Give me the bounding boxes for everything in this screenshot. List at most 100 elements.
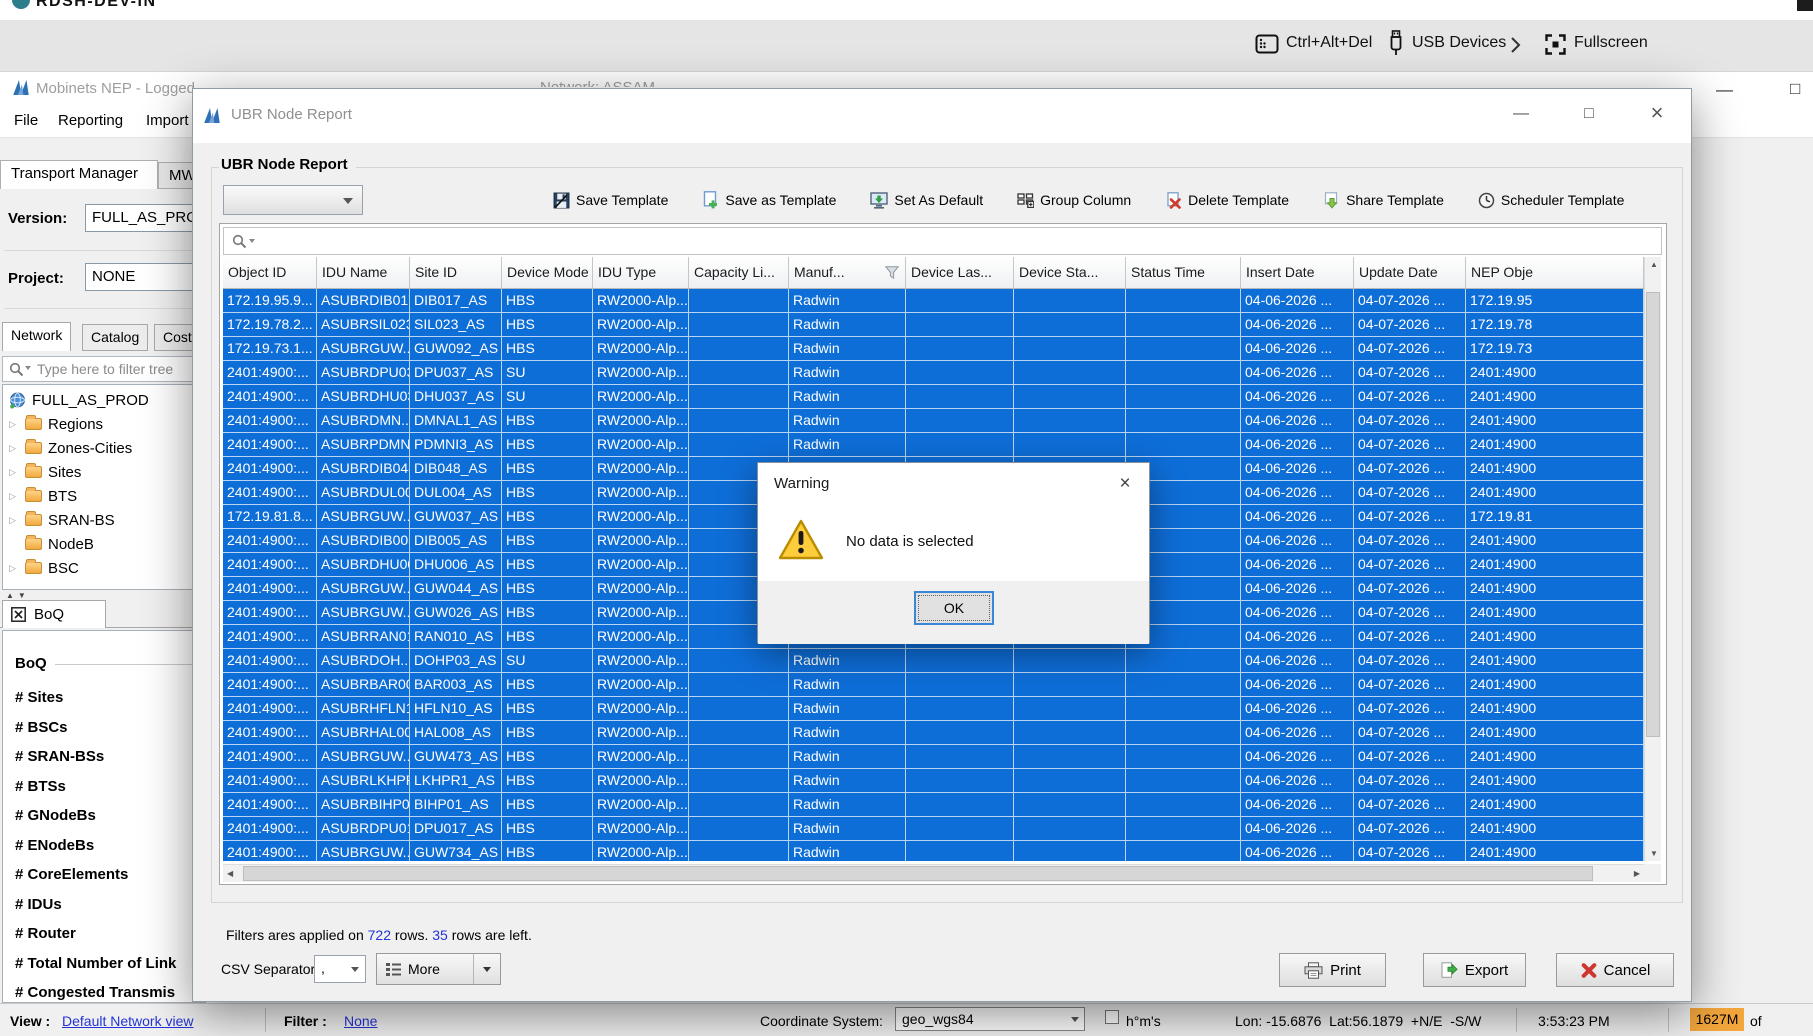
template-combobox[interactable] [223, 185, 363, 215]
tree-item[interactable]: ▷ SRAN-BS [3, 508, 205, 532]
table-row[interactable]: 2401:4900:... ASUBRHFLN10 HFLN10_AS HBS … [223, 697, 1644, 721]
boq-close-icon[interactable] [11, 607, 26, 622]
warning-close-button[interactable]: × [1108, 469, 1142, 499]
table-row[interactable]: 2401:4900:... ASUBRPDMNI3 PDMNI3_AS HBS … [223, 433, 1644, 457]
boq-item[interactable]: # GNodeBs [15, 801, 201, 831]
print-button[interactable]: Print [1279, 953, 1386, 987]
boq-item[interactable]: # Sites [15, 683, 201, 713]
tree-root[interactable]: FULL_AS_PROD [3, 388, 205, 412]
menu-reporting[interactable]: Reporting [58, 112, 123, 129]
table-row[interactable]: 2401:4900:... ASUBRDPU017 DPU017_AS HBS … [223, 817, 1644, 841]
scroll-left-icon[interactable]: ◀ [227, 869, 233, 878]
horizontal-scroll-thumb[interactable] [243, 866, 1593, 881]
table-row[interactable]: 2401:4900:... ASUBRGUW... GUW473_AS HBS … [223, 745, 1644, 769]
tab-boq[interactable]: BoQ [2, 600, 106, 628]
memory-usage-badge[interactable]: 1627M [1690, 1008, 1744, 1031]
table-row[interactable]: 2401:4900:... ASUBRDOH... DOHP03_AS SU R… [223, 649, 1644, 673]
table-row[interactable]: 172.19.73.1... ASUBRGUW... GUW092_AS HBS… [223, 337, 1644, 361]
project-combobox[interactable]: NONE [85, 263, 207, 291]
column-header[interactable]: Capacity Li... [689, 257, 789, 288]
filter-link[interactable]: None [344, 1013, 377, 1029]
splitter-buttons[interactable]: ▲▼ [6, 591, 30, 600]
save-template-button[interactable]: Save Template [553, 192, 668, 209]
table-row[interactable]: 2401:4900:... ASUBRBAR003 BAR003_AS HBS … [223, 673, 1644, 697]
scroll-right-icon[interactable]: ▶ [1634, 869, 1640, 878]
boq-item[interactable]: # Congested Transmis [15, 978, 201, 1003]
tree-item[interactable]: ▷ NodeB [3, 532, 205, 556]
save-as-template-button[interactable]: Save as Template [702, 191, 836, 209]
vertical-scrollbar[interactable]: ▲ ▼ [1644, 257, 1661, 861]
scroll-down-icon[interactable]: ▼ [1650, 849, 1658, 858]
delete-template-button[interactable]: Delete Template [1165, 192, 1289, 209]
more-options-button[interactable]: More [376, 953, 501, 985]
chevron-right-icon[interactable] [1510, 36, 1522, 59]
version-combobox[interactable]: FULL_AS_PROD [85, 204, 207, 232]
table-row[interactable]: 172.19.78.2... ASUBRSIL023 SIL023_AS HBS… [223, 313, 1644, 337]
boq-item[interactable]: # IDUs [15, 890, 201, 920]
export-button[interactable]: Export [1423, 953, 1526, 987]
column-header[interactable]: Status Time [1126, 257, 1241, 288]
dialog-maximize-button[interactable]: □ [1571, 99, 1607, 129]
table-row[interactable]: 2401:4900:... ASUBRGUW... GUW734_AS HBS … [223, 841, 1644, 861]
column-header[interactable]: Device Las... [906, 257, 1014, 288]
usb-devices-button[interactable]: USB Devices [1412, 34, 1506, 52]
table-row[interactable]: 2401:4900:... ASUBRDHU037 DHU037_AS SU R… [223, 385, 1644, 409]
window-maximize-button[interactable]: □ [1790, 79, 1800, 99]
horizontal-scrollbar[interactable]: ◀ ▶ [223, 864, 1644, 882]
set-as-default-button[interactable]: Set As Default [870, 192, 983, 209]
boq-item[interactable]: # BTSs [15, 772, 201, 802]
column-header[interactable]: IDU Type [593, 257, 689, 288]
csv-separator-combobox[interactable]: , [314, 955, 366, 983]
window-minimize-button[interactable]: — [1716, 80, 1733, 100]
tab-catalog[interactable]: Catalog [82, 324, 148, 351]
scheduler-template-button[interactable]: Scheduler Template [1478, 192, 1624, 209]
table-row[interactable]: 2401:4900:... ASUBRHAL008 HAL008_AS HBS … [223, 721, 1644, 745]
group-column-button[interactable]: Group Column [1017, 192, 1131, 208]
hms-checkbox[interactable] [1105, 1010, 1119, 1024]
table-row[interactable]: 2401:4900:... ASUBRDMN... DMNAL1_AS HBS … [223, 409, 1644, 433]
scroll-up-icon[interactable]: ▲ [1650, 260, 1658, 269]
fullscreen-button[interactable]: Fullscreen [1574, 34, 1648, 52]
share-template-button[interactable]: Share Template [1323, 192, 1444, 209]
column-header[interactable]: Update Date [1354, 257, 1466, 288]
dialog-minimize-button[interactable]: — [1503, 99, 1539, 129]
table-row[interactable]: 2401:4900:... ASUBRLKHPR1 LKHPR1_AS HBS … [223, 769, 1644, 793]
boq-item[interactable]: # ENodeBs [15, 831, 201, 861]
boq-item[interactable]: # Router [15, 919, 201, 949]
column-header[interactable]: Object ID [223, 257, 317, 288]
expand-arrow-icon[interactable]: ▷ [9, 419, 21, 430]
expand-arrow-icon[interactable]: ▷ [9, 515, 21, 526]
coordinate-system-select[interactable]: geo_wgs84 [895, 1007, 1085, 1031]
column-header[interactable]: NEP Obje [1466, 257, 1644, 288]
column-header[interactable]: Site ID [410, 257, 502, 288]
ok-button[interactable]: OK [914, 591, 994, 625]
grid-search-input[interactable] [223, 227, 1662, 255]
tree-filter-input[interactable]: Type here to filter tree [2, 356, 206, 382]
table-row[interactable]: 2401:4900:... ASUBRBIHP01 BIHP01_AS HBS … [223, 793, 1644, 817]
tab-network[interactable]: Network [2, 322, 71, 351]
cancel-button[interactable]: Cancel [1556, 953, 1674, 987]
column-header[interactable]: Device Sta... [1014, 257, 1126, 288]
expand-arrow-icon[interactable]: ▷ [9, 491, 21, 502]
table-row[interactable]: 172.19.95.9... ASUBRDIB017 DIB017_AS HBS… [223, 289, 1644, 313]
column-header[interactable]: Insert Date [1241, 257, 1354, 288]
vertical-scroll-thumb[interactable] [1646, 292, 1660, 737]
view-link[interactable]: Default Network view [62, 1013, 194, 1029]
tree-item[interactable]: ▷ Regions [3, 412, 205, 436]
expand-arrow-icon[interactable]: ▷ [9, 563, 21, 574]
tree-item[interactable]: ▷ Zones-Cities [3, 436, 205, 460]
table-row[interactable]: 2401:4900:... ASUBRDPU037 DPU037_AS SU R… [223, 361, 1644, 385]
tree-item[interactable]: ▷ Sites [3, 460, 205, 484]
expand-arrow-icon[interactable]: ▷ [9, 467, 21, 478]
menu-import[interactable]: Import [146, 112, 189, 129]
column-header[interactable]: Manuf... [789, 257, 906, 288]
tree-item[interactable]: ▷ BSC [3, 556, 205, 580]
column-header[interactable]: IDU Name [317, 257, 410, 288]
boq-item[interactable]: # BSCs [15, 713, 201, 743]
tree-item[interactable]: ▷ BTS [3, 484, 205, 508]
menu-file[interactable]: File [14, 112, 38, 129]
expand-arrow-icon[interactable]: ▷ [9, 443, 21, 454]
column-header[interactable]: Device Mode [502, 257, 593, 288]
tab-transport-manager[interactable]: Transport Manager [0, 160, 158, 189]
ctrl-alt-del-button[interactable]: Ctrl+Alt+Del [1286, 34, 1372, 52]
